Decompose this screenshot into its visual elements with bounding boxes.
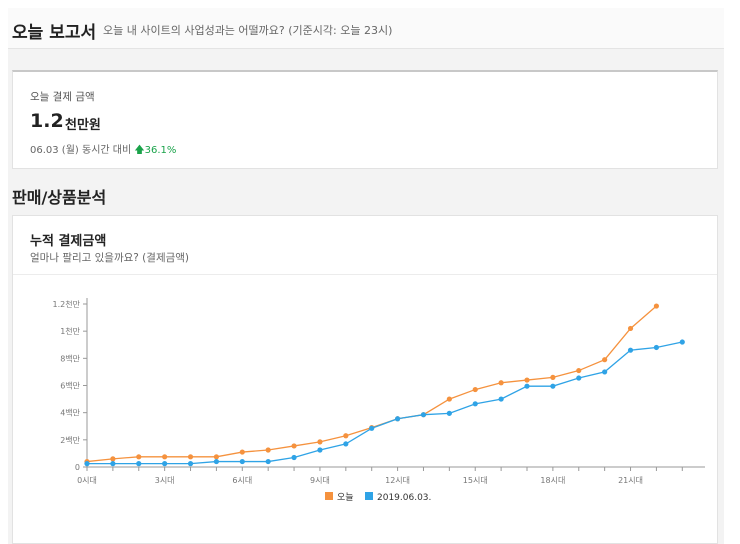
y-tick-label: 6백만 — [60, 381, 80, 391]
series-point-1 — [679, 339, 685, 345]
series-point-0 — [498, 380, 504, 386]
x-tick-label: 0시대 — [77, 476, 97, 485]
arrow-up-icon: 🡅 — [134, 145, 145, 156]
series-line-1 — [87, 341, 683, 465]
series-point-0 — [291, 443, 297, 449]
series-point-1 — [239, 458, 245, 465]
series-point-1 — [550, 383, 556, 389]
cumulative-payment-chart: 0 2백만 4백만 6백만 8백만 1천만 1.2천만 0시대 3시대 6시대 9시대 12시대 15시… — [53, 298, 705, 503]
series-point-1 — [576, 375, 582, 381]
series-point-1 — [162, 461, 168, 467]
series-point-1 — [472, 401, 478, 407]
change-value: 36.1% — [144, 145, 177, 156]
x-tick-label: 6시대 — [232, 476, 252, 485]
x-tick-label: 12시대 — [385, 476, 410, 485]
series-point-0 — [550, 374, 556, 380]
series-point-1 — [136, 461, 142, 467]
legend-label-1: 2019.06.03. — [377, 493, 431, 503]
series-point-1 — [343, 441, 349, 447]
x-tick-label: 18시대 — [540, 476, 565, 485]
summary-amount: 1.2 — [30, 110, 64, 132]
series-point-0 — [187, 454, 194, 460]
series-point-1 — [524, 383, 530, 389]
y-tick-label: 2백만 — [60, 435, 80, 445]
payment-summary-card: 오늘 결제 금액 1.2 천만원 06.03 (월) 동시간 대비 🡅36.1% — [12, 70, 718, 169]
cumulative-payment-card: 누적 결제금액 얼마나 팔리고 있을까요? (결제금액) 0 2백만 4백만 6백만 8… — [12, 215, 718, 544]
series-point-1 — [317, 447, 323, 453]
series-point-1 — [265, 458, 271, 465]
legend-swatch-0 — [325, 492, 333, 500]
series-point-1 — [420, 412, 427, 418]
report-page: 오늘 보고서 오늘 내 사이트의 사업성과는 어떨까요? (기준시각: 오늘 2… — [8, 8, 724, 544]
y-tick-label: 8백만 — [60, 353, 80, 363]
series-point-1 — [653, 344, 660, 351]
series-point-1 — [291, 454, 297, 461]
x-tick-label: 15시대 — [463, 476, 488, 485]
y-tick-label: 1.2천만 — [53, 299, 81, 309]
page-title: 오늘 보고서 — [12, 23, 97, 43]
series-point-0 — [627, 325, 634, 332]
series-point-1 — [627, 347, 634, 353]
series-point-0 — [265, 447, 271, 453]
compare-text: 06.03 (월) 동시간 대비 — [30, 145, 132, 156]
legend-label-0: 오늘 — [337, 492, 354, 503]
series-point-1 — [394, 416, 401, 422]
series-point-0 — [136, 454, 142, 460]
series-point-1 — [110, 461, 116, 467]
series-point-0 — [213, 454, 220, 460]
series-point-0 — [110, 456, 116, 462]
section-title: 판매/상품분석 — [12, 188, 107, 207]
series-point-0 — [472, 386, 478, 393]
series-point-0 — [524, 377, 530, 383]
series-point-1 — [602, 369, 608, 375]
page-subtitle: 오늘 내 사이트의 사업성과는 어떨까요? (기준시각: 오늘 23시) — [103, 24, 393, 37]
series-point-0 — [343, 433, 349, 439]
series-point-1 — [213, 458, 220, 465]
y-tick-label: 4백만 — [60, 408, 80, 418]
summary-unit: 천만원 — [65, 118, 101, 133]
series-point-0 — [317, 439, 323, 445]
series-point-1 — [446, 410, 452, 416]
series-point-1 — [84, 461, 90, 467]
series-point-0 — [653, 303, 660, 309]
series-point-0 — [239, 449, 245, 455]
series-point-0 — [162, 454, 168, 460]
x-tick-label: 3시대 — [155, 476, 175, 485]
series-point-1 — [187, 461, 194, 467]
series-point-0 — [602, 357, 608, 363]
series-point-1 — [498, 396, 504, 402]
y-tick-label: 0 — [75, 463, 80, 472]
x-tick-label: 21시대 — [618, 476, 643, 485]
series-point-1 — [369, 425, 375, 431]
x-tick-label: 9시대 — [310, 476, 330, 485]
series-point-0 — [446, 396, 452, 402]
legend-swatch-1 — [365, 492, 373, 500]
summary-label: 오늘 결제 금액 — [30, 91, 95, 103]
summary-compare: 06.03 (월) 동시간 대비 🡅36.1% — [30, 141, 176, 160]
series-point-0 — [576, 367, 582, 374]
series-line-0 — [86, 305, 657, 463]
y-tick-label: 1천만 — [60, 326, 80, 336]
page-header: 오늘 보고서 오늘 내 사이트의 사업성과는 어떨까요? (기준시각: 오늘 2… — [8, 8, 724, 49]
